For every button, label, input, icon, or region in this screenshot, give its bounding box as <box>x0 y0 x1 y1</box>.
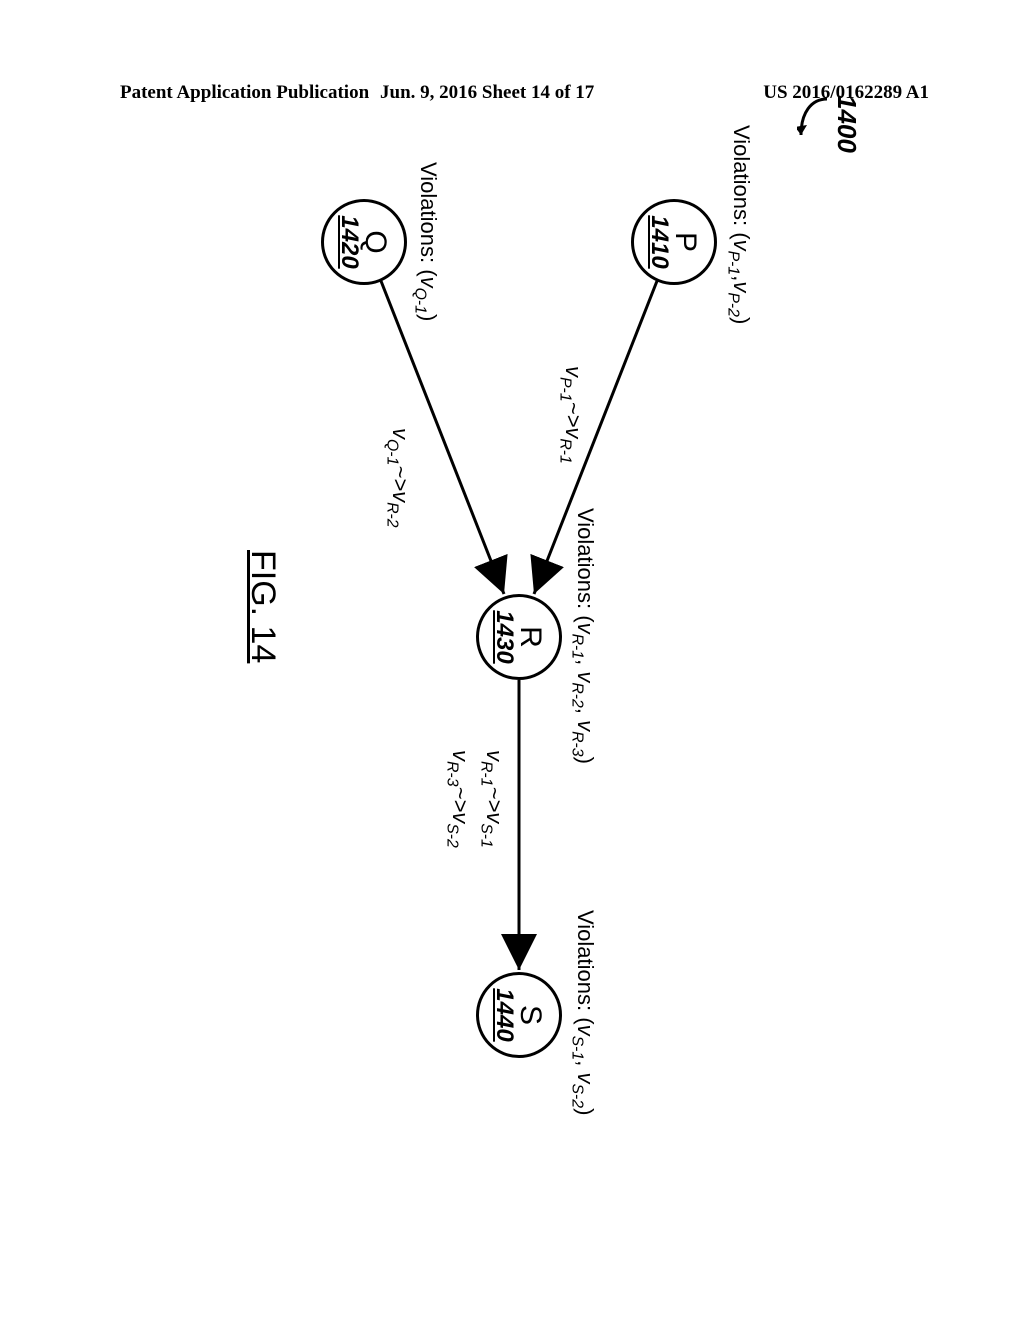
node-q-letter: Q <box>360 230 392 253</box>
edge-label-p-r: vP-1~>vR-1 <box>554 366 588 464</box>
figure-reference-text: 1400 <box>832 95 862 153</box>
page: Patent Application Publication Jun. 9, 2… <box>0 0 1024 1320</box>
node-p-letter: P <box>670 232 702 252</box>
node-s-violations-values: (vS-1, vS-2) <box>573 1017 598 1115</box>
node-q: Q 1420 <box>321 199 407 285</box>
node-r-ref: 1430 <box>492 610 517 663</box>
node-p-violations-values: (vP-1,vP-2) <box>729 232 754 324</box>
node-s-violations: Violations: (vS-1, vS-2) <box>568 910 598 1115</box>
node-q-violations: Violations: (vQ-1) <box>411 162 441 321</box>
figure-reference-number: 1400 <box>797 95 862 153</box>
node-p-violations: Violations: (vP-1,vP-2) <box>724 125 754 324</box>
node-r-letter: R <box>515 626 547 648</box>
node-s-letter: S <box>515 1005 547 1025</box>
node-q-violations-values: (vQ-1) <box>416 269 441 321</box>
node-p-violations-label: Violations: <box>729 125 754 226</box>
node-r-violations-values: (vR-1, vR-2, vR-3) <box>573 615 598 764</box>
figure-stage: 1400 <box>162 90 862 1150</box>
node-q-ref: 1420 <box>337 215 362 268</box>
node-r: R 1430 <box>476 594 562 680</box>
node-p: P 1410 <box>631 199 717 285</box>
node-s-violations-label: Violations: <box>573 910 598 1011</box>
edge-label-q-r: vQ-1~>vR-2 <box>381 428 415 528</box>
node-s: S 1440 <box>476 972 562 1058</box>
node-r-violations: Violations: (vR-1, vR-2, vR-3) <box>568 508 598 764</box>
curved-arrow-icon <box>797 95 831 147</box>
node-s-ref: 1440 <box>492 988 517 1041</box>
edge-label-r-s: vR-1~>vS-1vR-3~>vS-2 <box>441 750 509 848</box>
node-r-violations-label: Violations: <box>573 508 598 609</box>
figure-caption: FIG. 14 <box>243 550 282 663</box>
node-q-violations-label: Violations: <box>416 162 441 263</box>
node-p-ref: 1410 <box>647 215 672 268</box>
